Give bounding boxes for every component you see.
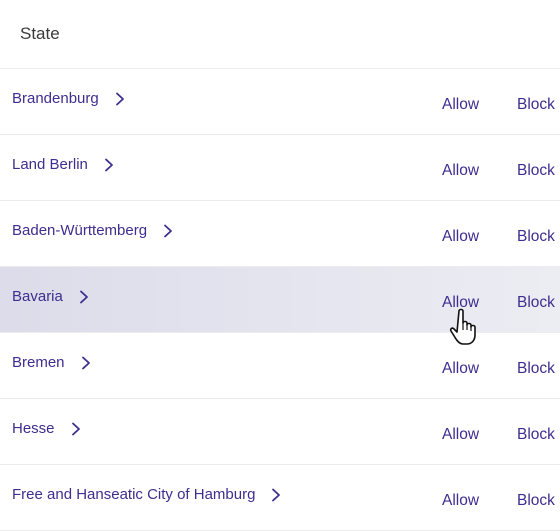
table-row: Bavaria Allow Block	[0, 267, 560, 333]
allow-button[interactable]: Allow	[442, 360, 479, 378]
state-link[interactable]: Bremen	[0, 354, 91, 371]
state-link[interactable]: Land Berlin	[0, 156, 114, 173]
state-name: Bremen	[12, 354, 65, 371]
chevron-right-icon	[272, 488, 281, 501]
state-name: Brandenburg	[12, 90, 99, 107]
state-name: Bavaria	[12, 288, 63, 305]
table-row: Baden-Württemberg Allow Block	[0, 201, 560, 267]
block-button[interactable]: Block	[517, 162, 555, 180]
state-table: State Brandenburg Allow Block Land Berli…	[0, 0, 560, 531]
block-button[interactable]: Block	[517, 96, 555, 114]
state-link[interactable]: Bavaria	[0, 288, 89, 305]
state-name: Hesse	[12, 420, 55, 437]
chevron-right-icon	[115, 92, 124, 105]
column-header-state: State	[0, 0, 560, 69]
state-link[interactable]: Hesse	[0, 420, 81, 437]
block-button[interactable]: Block	[517, 360, 555, 378]
allow-button[interactable]: Allow	[442, 492, 479, 510]
chevron-right-icon	[104, 158, 113, 171]
chevron-right-icon	[79, 290, 88, 303]
allow-button[interactable]: Allow	[442, 228, 479, 246]
block-button[interactable]: Block	[517, 294, 555, 312]
state-link[interactable]: Brandenburg	[0, 90, 125, 107]
chevron-right-icon	[164, 224, 172, 237]
state-link[interactable]: Baden-Württemberg	[0, 222, 173, 239]
allow-button[interactable]: Allow	[442, 162, 479, 180]
allow-button[interactable]: Allow	[442, 96, 479, 114]
chevron-right-icon	[71, 422, 80, 435]
table-row: Free and Hanseatic City of Hamburg Allow…	[0, 465, 560, 531]
allow-button[interactable]: Allow	[442, 426, 479, 444]
table-row: Bremen Allow Block	[0, 333, 560, 399]
block-button[interactable]: Block	[517, 492, 555, 510]
state-name: Land Berlin	[12, 156, 88, 173]
allow-button[interactable]: Allow	[442, 294, 479, 312]
table-row: Hesse Allow Block	[0, 399, 560, 465]
block-button[interactable]: Block	[517, 426, 555, 444]
table-row: Brandenburg Allow Block	[0, 69, 560, 135]
chevron-right-icon	[81, 356, 90, 369]
state-link[interactable]: Free and Hanseatic City of Hamburg	[0, 486, 281, 503]
block-button[interactable]: Block	[517, 228, 555, 246]
table-row: Land Berlin Allow Block	[0, 135, 560, 201]
state-name: Baden-Württemberg	[12, 222, 148, 239]
state-name: Free and Hanseatic City of Hamburg	[12, 486, 256, 503]
